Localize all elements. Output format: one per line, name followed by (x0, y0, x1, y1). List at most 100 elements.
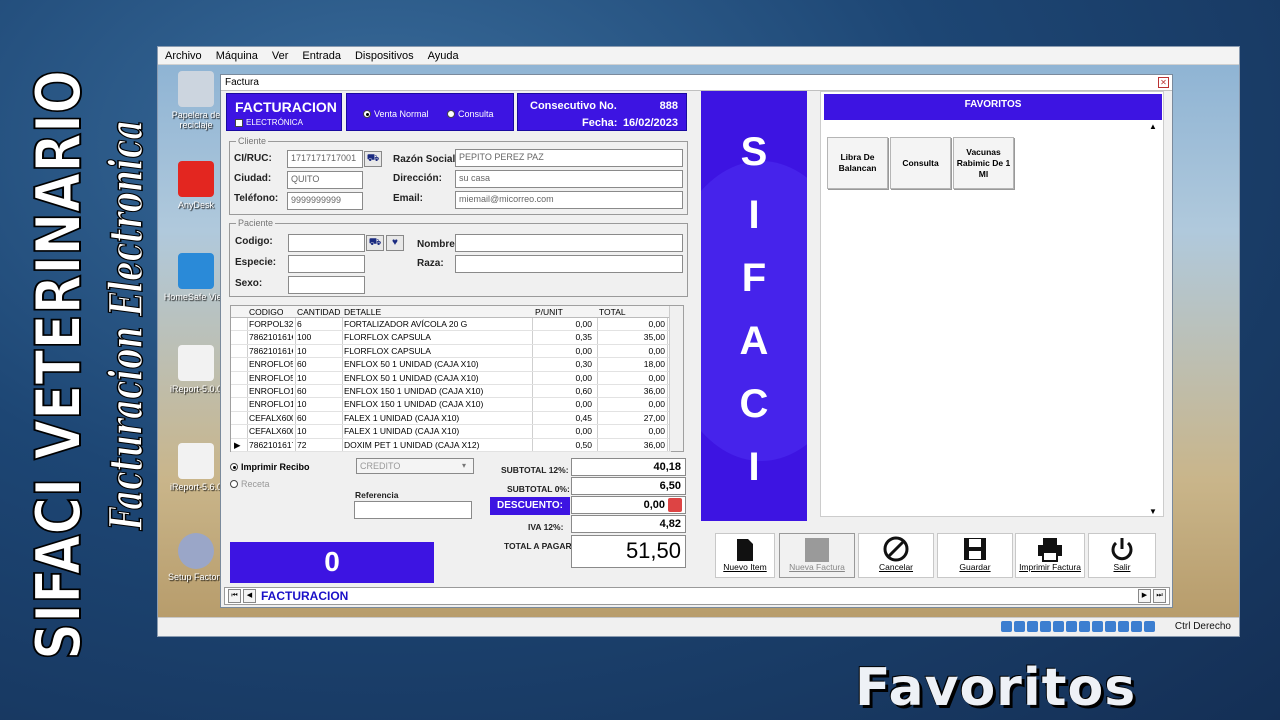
cell-code[interactable]: 786210161€ (249, 346, 293, 356)
save-button[interactable]: Guardar (937, 533, 1013, 578)
next-record-icon[interactable]: ▶ (1138, 589, 1151, 603)
cancel-button[interactable]: Cancelar (858, 533, 934, 578)
table-row[interactable]: 786210161€ 10 FLORFLOX CAPSULA 0,00 0,00 (231, 345, 671, 359)
radio-consulta[interactable]: Consulta (447, 109, 494, 119)
col-total[interactable]: TOTAL (599, 307, 626, 317)
cell-code[interactable]: CEFALX600 (249, 426, 293, 436)
cell-code[interactable]: 786210161€ (249, 332, 293, 342)
cell-detail[interactable]: FALEX 1 UNIDAD (CAJA X10) (344, 426, 530, 436)
favorite-button[interactable]: Libra De Balancan (827, 137, 888, 189)
cell-detail[interactable]: ENFLOX 50 1 UNIDAD (CAJA X10) (344, 373, 530, 383)
table-row[interactable]: ENROFLO15 10ENFLOX 150 1 UNIDAD (CAJA X10… (231, 398, 671, 412)
prev-record-icon[interactable]: ◀ (243, 589, 256, 603)
cell-code[interactable]: 78621016172 (249, 440, 293, 450)
menu-dispositivos[interactable]: Dispositivos (355, 50, 414, 62)
cell-unit[interactable]: 0,35 (534, 332, 592, 342)
species-field[interactable] (288, 255, 365, 273)
city-field[interactable]: QUITO (287, 171, 363, 189)
cell-code[interactable]: ENROFLO15 (249, 386, 293, 396)
cell-qty[interactable]: 10 (297, 346, 341, 356)
cell-total[interactable]: 0,00 (599, 346, 665, 356)
electronic-checkbox[interactable]: ELECTRÓNICA (235, 118, 303, 127)
table-row[interactable]: 786210161€ 100 FLORFLOX CAPSULA 0,35 35,00 (231, 331, 671, 345)
cell-total[interactable]: 27,00 (599, 413, 665, 423)
cell-total[interactable]: 36,00 (599, 386, 665, 396)
cell-qty[interactable]: 10 (297, 399, 341, 409)
grid-scrollbar[interactable] (669, 306, 683, 451)
chevron-down-icon[interactable]: ▾ (462, 461, 466, 470)
close-icon[interactable]: ✕ (1158, 77, 1169, 88)
cell-code[interactable]: ENROFLO5( (249, 359, 293, 369)
cell-detail[interactable]: FORTALIZADOR AVÍCOLA 20 G (344, 319, 530, 329)
cell-total[interactable]: 18,00 (599, 359, 665, 369)
cell-qty[interactable]: 60 (297, 413, 341, 423)
new-item-button[interactable]: Nuevo Item (715, 533, 775, 578)
cell-total[interactable]: 0,00 (599, 399, 665, 409)
cell-unit[interactable]: 0,00 (534, 373, 592, 383)
cell-unit[interactable]: 0,60 (534, 386, 592, 396)
menu-entrada[interactable]: Entrada (302, 50, 341, 62)
table-row[interactable]: ENROFLO5(60 ENFLOX 50 1 UNIDAD (CAJA X10)… (231, 358, 671, 372)
cell-detail[interactable]: ENFLOX 150 1 UNIDAD (CAJA X10) (344, 399, 530, 409)
cell-detail[interactable]: FALEX 1 UNIDAD (CAJA X10) (344, 413, 530, 423)
scroll-down-icon[interactable]: ▼ (1149, 507, 1157, 516)
print-invoice-button[interactable]: Imprimir Factura (1015, 533, 1085, 578)
cell-unit[interactable]: 0,30 (534, 359, 592, 369)
radio-imprimir-recibo[interactable]: Imprimir Recibo (230, 462, 310, 472)
reference-field[interactable] (354, 501, 472, 519)
cell-code[interactable]: CEFALX600 (249, 413, 293, 423)
first-record-icon[interactable]: ⏮ (228, 589, 241, 603)
search-patient-icon[interactable]: ⛟ (366, 235, 384, 251)
cell-total[interactable]: 0,00 (599, 319, 665, 329)
sex-field[interactable] (288, 276, 365, 294)
ruc-field[interactable]: 1717171717001 (287, 150, 363, 168)
cell-unit[interactable]: 0,45 (534, 413, 592, 423)
scroll-up-icon[interactable]: ▲ (1149, 122, 1157, 131)
menu-ver[interactable]: Ver (272, 50, 289, 62)
table-row[interactable]: FORPOL324 6FORTALIZADOR AVÍCOLA 20 G 0,00 0… (231, 318, 671, 332)
col-cantidad[interactable]: CANTIDAD (297, 307, 340, 317)
discount-calc-icon[interactable] (668, 498, 682, 512)
cell-code[interactable]: ENROFLO15 (249, 399, 293, 409)
menu-maquina[interactable]: Máquina (216, 50, 258, 62)
favorite-button[interactable]: Vacunas Rabimic De 1 Ml (953, 137, 1014, 189)
cell-code[interactable]: ENROFLO5( (249, 373, 293, 383)
cell-qty[interactable]: 60 (297, 386, 341, 396)
address-field[interactable]: su casa (455, 170, 683, 188)
menu-archivo[interactable]: Archivo (165, 50, 202, 62)
col-punit[interactable]: P/UNIT (535, 307, 563, 317)
phone-field[interactable]: 9999999999 (287, 192, 363, 210)
cell-qty[interactable]: 6 (297, 319, 341, 329)
cell-code[interactable]: FORPOL324 (249, 319, 293, 329)
new-invoice-button[interactable]: Nueva Factura (779, 533, 855, 578)
cell-detail[interactable]: DOXIM PET 1 UNIDAD (CAJA X12) (344, 440, 530, 450)
col-detalle[interactable]: DETALLE (344, 307, 381, 317)
col-codigo[interactable]: CODIGO (249, 307, 283, 317)
cell-qty[interactable]: 100 (297, 332, 341, 342)
breed-field[interactable] (455, 255, 683, 273)
table-row[interactable]: ▶ 78621016172 72DOXIM PET 1 UNIDAD (CAJA X… (231, 439, 671, 452)
table-row[interactable]: ENROFLO15 60ENFLOX 150 1 UNIDAD (CAJA X10… (231, 385, 671, 399)
cell-detail[interactable]: ENFLOX 150 1 UNIDAD (CAJA X10) (344, 386, 530, 396)
cell-unit[interactable]: 0,00 (534, 399, 592, 409)
cell-qty[interactable]: 10 (297, 426, 341, 436)
cell-detail[interactable]: FLORFLOX CAPSULA (344, 346, 530, 356)
radio-receta[interactable]: Receta (230, 479, 270, 489)
patient-name-field[interactable] (455, 234, 683, 252)
menu-ayuda[interactable]: Ayuda (428, 50, 459, 62)
cell-qty[interactable]: 10 (297, 373, 341, 383)
cell-unit[interactable]: 0,00 (534, 346, 592, 356)
cell-unit[interactable]: 0,00 (534, 319, 592, 329)
cell-total[interactable]: 0,00 (599, 373, 665, 383)
table-row[interactable]: ENROFLO5( 10 ENFLOX 50 1 UNIDAD (CAJA X10)… (231, 372, 671, 385)
patient-code-field[interactable] (288, 234, 365, 252)
cell-total[interactable]: 35,00 (599, 332, 665, 342)
cell-detail[interactable]: ENFLOX 50 1 UNIDAD (CAJA X10) (344, 359, 530, 369)
email-field[interactable]: miemail@micorreo.com (455, 191, 683, 209)
favorite-button[interactable]: Consulta (890, 137, 951, 189)
cell-unit[interactable]: 0,00 (534, 426, 592, 436)
table-row[interactable]: CEFALX600 60 FALEX 1 UNIDAD (CAJA X10) 0,45… (231, 412, 671, 426)
payment-method-select[interactable]: CREDITO (356, 458, 474, 474)
cell-total[interactable]: 36,00 (599, 440, 665, 450)
cell-total[interactable]: 0,00 (599, 426, 665, 436)
